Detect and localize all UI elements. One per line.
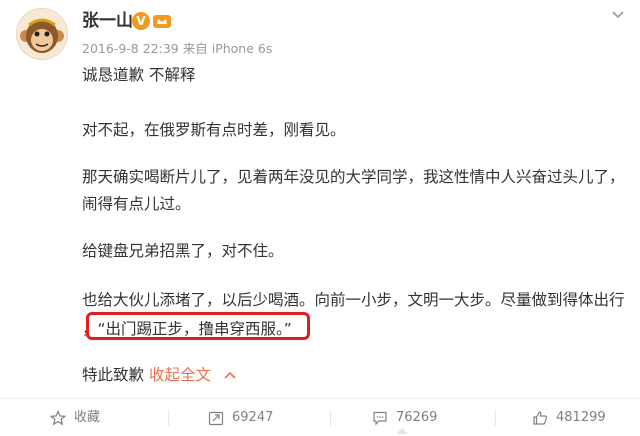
post-line: 特此致歉 收起全文 <box>82 362 236 390</box>
comment-pointer <box>396 428 408 434</box>
comment-count: 76269 <box>396 410 438 425</box>
post-line: 闹得有点儿过。 <box>82 195 191 213</box>
verified-badge-icon: V <box>132 12 150 30</box>
repost-count: 69247 <box>232 410 274 425</box>
user-name[interactable]: 张一山 <box>82 8 133 34</box>
post-source: 来自 iPhone 6s <box>182 41 273 56</box>
post-signoff: 特此致歉 <box>82 366 145 384</box>
highlight-box <box>86 312 310 340</box>
chevron-up-icon[interactable] <box>224 369 236 384</box>
post-line: 给键盘兄弟招黑了，对不住。 <box>82 242 284 260</box>
monkey-avatar-icon <box>17 9 67 59</box>
divider <box>0 398 640 399</box>
repost-icon <box>208 411 224 426</box>
post-line: 诚恳道歉 不解释 <box>82 66 196 84</box>
thumbs-up-icon <box>533 411 547 425</box>
comment-icon <box>373 411 387 426</box>
post-datetime[interactable]: 2016-9-8 22:39 <box>82 41 179 56</box>
like-count: 481299 <box>556 410 606 425</box>
post-line: 对不起，在俄罗斯有点时差，刚看见。 <box>82 121 346 139</box>
member-crown-icon <box>152 12 172 30</box>
chevron-down-icon[interactable] <box>610 6 626 22</box>
favorite-label: 收藏 <box>74 410 101 425</box>
action-bar: 收藏 69247 76269 481299 <box>0 400 640 436</box>
divider <box>330 410 331 426</box>
post-line: 那天确实喝断片儿了，见着两年没见的大学同学，我这性情中人兴奋过头儿了， <box>82 168 625 186</box>
divider <box>495 410 496 426</box>
star-icon <box>50 410 66 426</box>
divider <box>168 410 169 426</box>
post-meta: 2016-9-8 22:39 来自 iPhone 6s <box>82 40 272 58</box>
post-line: 也给大伙儿添堵了，以后少喝酒。向前一小步，文明一大步。尽量做到得体出行 <box>82 291 625 309</box>
avatar[interactable] <box>16 8 68 60</box>
collapse-text-link[interactable]: 收起全文 <box>149 366 211 384</box>
